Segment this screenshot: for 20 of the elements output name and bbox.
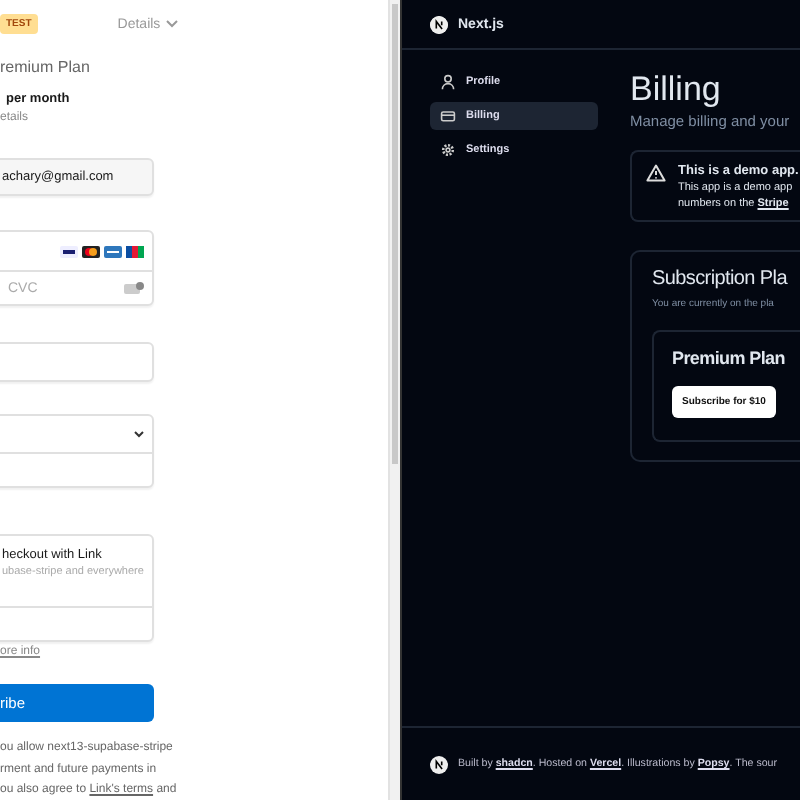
scrollbar[interactable] xyxy=(388,0,400,800)
card-title: Subscription Pla xyxy=(652,266,790,294)
settings-icon xyxy=(440,142,456,158)
page-title: Billing xyxy=(630,70,723,110)
card-logo-icon xyxy=(104,245,122,257)
input-field[interactable] xyxy=(0,342,154,382)
product-name: remium Plan xyxy=(0,58,92,76)
credit-card-icon xyxy=(440,108,456,124)
card-logo-icon xyxy=(60,245,78,257)
chevron-down-icon xyxy=(134,430,144,438)
plan-name: Premium Plan xyxy=(672,348,787,368)
user-icon xyxy=(440,74,456,90)
logo-icon[interactable] xyxy=(430,15,448,33)
card-logo-icon xyxy=(126,245,144,257)
chevron-down-icon xyxy=(166,20,179,28)
address-field[interactable] xyxy=(0,414,154,488)
card-logo-icon xyxy=(82,245,100,257)
card-icon xyxy=(124,282,144,294)
warning-icon xyxy=(646,164,666,182)
logo-icon xyxy=(430,755,448,773)
